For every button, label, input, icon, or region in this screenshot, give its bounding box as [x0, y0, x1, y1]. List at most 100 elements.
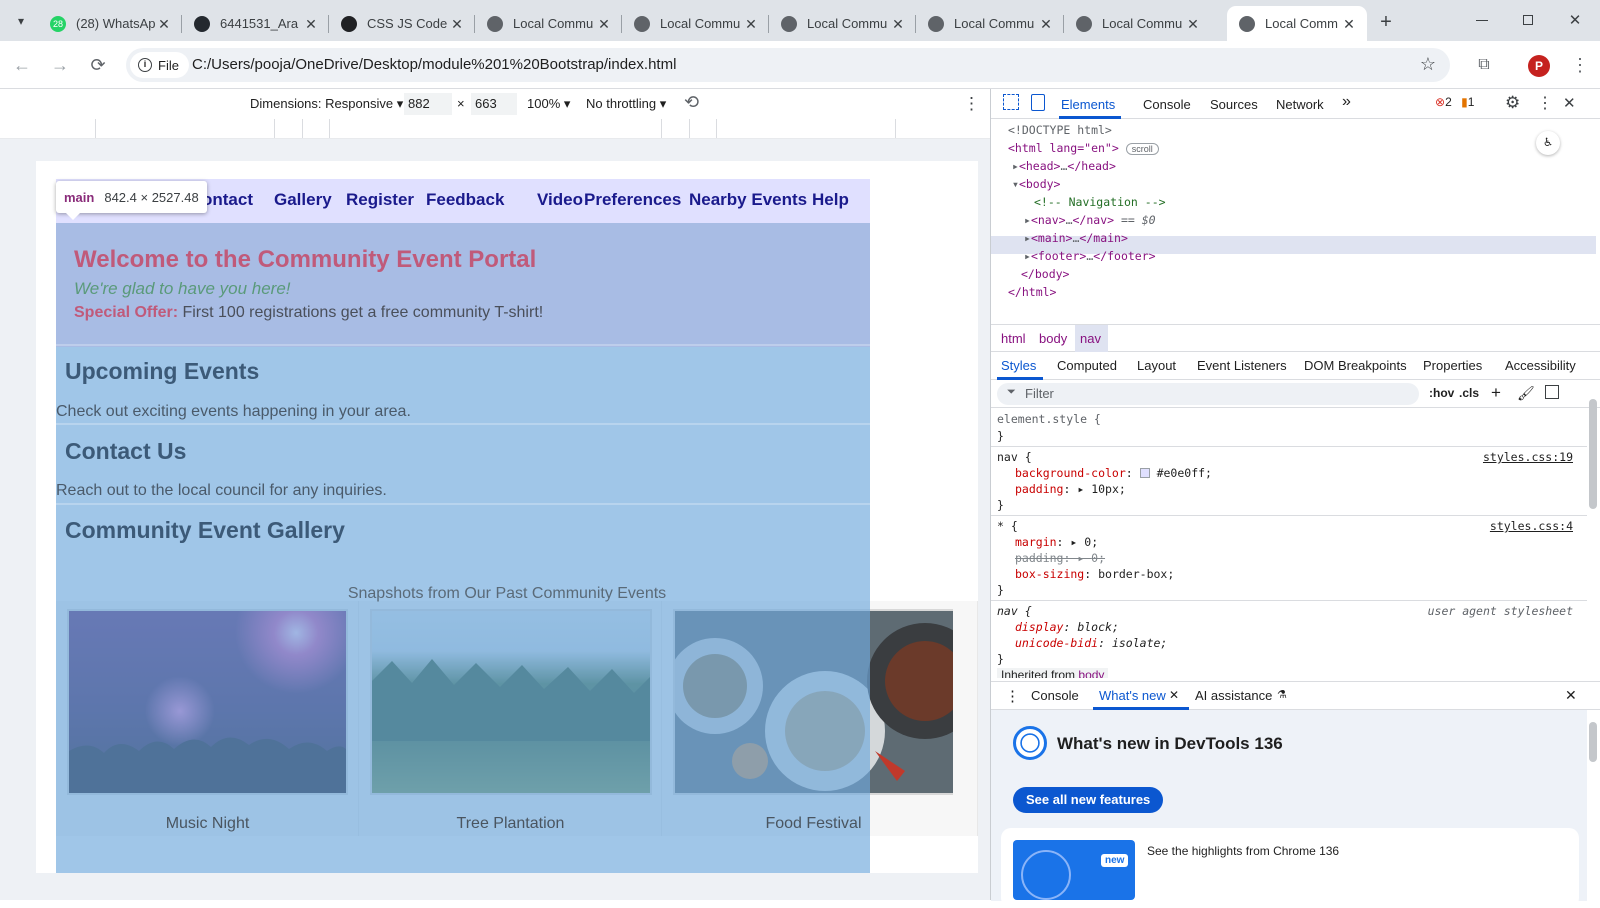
drawer-menu-icon[interactable]: ⋮ [1005, 687, 1020, 705]
drawer-scrollbar[interactable] [1589, 722, 1597, 762]
dimensions-select[interactable]: Dimensions: Responsive ▾ [250, 96, 403, 112]
nav-link-preferences[interactable]: Preferences [584, 190, 681, 210]
subtab-styles[interactable]: Styles [1001, 358, 1036, 373]
close-icon[interactable]: ✕ [156, 16, 172, 32]
close-icon[interactable]: ✕ [1169, 688, 1179, 702]
breadcrumb-body[interactable]: body [1039, 331, 1067, 346]
close-icon[interactable]: ✕ [303, 16, 319, 32]
close-icon[interactable]: ✕ [1341, 16, 1357, 32]
width-input[interactable]: 882 [404, 93, 452, 115]
error-badge[interactable]: ⊗2 ▮1 [1435, 95, 1474, 109]
tab-local-community-4[interactable]: Local Commu ✕ [916, 6, 1064, 41]
window-close-button[interactable]: ✕ [1552, 0, 1598, 40]
close-icon[interactable]: ✕ [1185, 16, 1201, 32]
nav-link-register[interactable]: Register [346, 190, 414, 210]
subtab-computed[interactable]: Computed [1057, 358, 1117, 373]
hov-toggle[interactable]: :hov [1429, 386, 1454, 400]
nav-link-contact[interactable]: ontact [202, 190, 253, 210]
tab-local-community-active[interactable]: Local Comm ✕ [1227, 6, 1367, 41]
nav-link-gallery[interactable]: Gallery [274, 190, 332, 210]
padding-declaration[interactable]: padding: ▸ 10px; [1015, 482, 1126, 496]
tab-sources[interactable]: Sources [1210, 97, 1258, 112]
height-input[interactable]: 663 [471, 93, 517, 115]
dom-nav[interactable]: ▸<nav>…</nav> == $0 [1024, 213, 1156, 227]
highlights-card[interactable]: new See the highlights from Chrome 136 [1001, 828, 1579, 908]
address-bar[interactable]: i File C:/Users/pooja/OneDrive/Desktop/m… [126, 48, 1450, 82]
styles-scrollbar[interactable] [1589, 399, 1597, 509]
box-sizing-declaration[interactable]: box-sizing: border-box; [1015, 567, 1174, 581]
drawer-tab-whats-new[interactable]: What's new [1099, 688, 1166, 703]
device-toggle-icon[interactable] [1031, 94, 1045, 111]
restore-button[interactable] [1505, 0, 1551, 40]
color-swatch[interactable] [1139, 468, 1150, 478]
more-tabs-icon[interactable]: » [1342, 93, 1351, 111]
menu-kebab-icon[interactable]: ⋮ [1566, 51, 1594, 79]
nav-link-video[interactable]: Video [537, 190, 583, 210]
settings-gear-icon[interactable]: ⚙ [1505, 93, 1520, 113]
dom-footer[interactable]: ▸<footer>…</footer> [1024, 249, 1156, 263]
tab-whatsapp[interactable]: 28 (28) WhatsApp ✕ [38, 6, 182, 41]
accessibility-icon[interactable]: ♿ [1536, 131, 1560, 155]
reload-button[interactable]: ⟳ [84, 51, 112, 79]
nav-link-nearby-events[interactable]: Nearby Events [689, 190, 807, 210]
see-all-features-button[interactable]: See all new features [1013, 787, 1164, 813]
bookmark-star-icon[interactable]: ☆ [1420, 54, 1436, 75]
close-icon[interactable]: ✕ [743, 16, 759, 32]
throttling-select[interactable]: No throttling ▾ [586, 96, 666, 112]
tab-local-community-2[interactable]: Local Commu ✕ [622, 6, 769, 41]
inherited-from-link[interactable]: body [1078, 668, 1104, 678]
zoom-select[interactable]: 100% ▾ [527, 96, 570, 112]
star-rule-source-link[interactable]: styles.css:4 [1490, 519, 1573, 533]
cls-toggle[interactable]: .cls [1459, 386, 1479, 400]
subtab-layout[interactable]: Layout [1137, 358, 1176, 373]
padding-overridden-declaration[interactable]: padding: ▸ 0; [1015, 551, 1105, 565]
nav-link-help[interactable]: Help [812, 190, 849, 210]
tab-network[interactable]: Network [1276, 97, 1324, 112]
paint-brush-icon[interactable]: 🖌 [1517, 385, 1535, 402]
close-devtools-icon[interactable]: ✕ [1563, 94, 1576, 112]
close-icon[interactable]: ✕ [890, 16, 906, 32]
nav-rule-source-link[interactable]: styles.css:19 [1483, 450, 1573, 464]
tab-search-button[interactable]: ▾ [8, 8, 34, 34]
tab-console[interactable]: Console [1143, 97, 1191, 112]
subtab-dom-breakpoints[interactable]: DOM Breakpoints [1304, 358, 1407, 373]
subtab-accessibility[interactable]: Accessibility [1505, 358, 1576, 373]
drawer-tab-console[interactable]: Console [1031, 688, 1079, 703]
back-button[interactable]: ← [8, 51, 36, 79]
styles-filter-input[interactable]: ⏷ Filter [997, 383, 1419, 405]
bg-declaration[interactable]: background-color: #e0e0ff; [1015, 466, 1212, 480]
dom-html-open[interactable]: <html lang="en"> scroll [1008, 141, 1159, 155]
margin-declaration[interactable]: margin: ▸ 0; [1015, 535, 1098, 549]
more-options-icon[interactable]: ⋮ [963, 94, 980, 114]
devtools-menu-icon[interactable]: ⋮ [1537, 93, 1553, 113]
url-text[interactable]: C:/Users/pooja/OneDrive/Desktop/module%2… [192, 56, 676, 73]
breadcrumb-html[interactable]: html [1001, 331, 1026, 346]
subtab-event-listeners[interactable]: Event Listeners [1197, 358, 1287, 373]
subtab-properties[interactable]: Properties [1423, 358, 1482, 373]
close-icon[interactable]: ✕ [596, 16, 612, 32]
close-drawer-icon[interactable]: ✕ [1565, 687, 1577, 704]
forward-button[interactable]: → [46, 51, 74, 79]
sidebar-toggle-icon[interactable] [1545, 385, 1559, 399]
tab-local-community-1[interactable]: Local Commu ✕ [475, 6, 622, 41]
profile-avatar[interactable]: P [1528, 55, 1550, 77]
minimize-button[interactable] [1459, 0, 1505, 40]
new-rule-plus-icon[interactable]: + [1491, 383, 1501, 403]
site-info-chip[interactable]: i File [130, 52, 189, 78]
drawer-tab-ai-assistance[interactable]: AI assistance [1195, 688, 1272, 703]
close-icon[interactable]: ✕ [1038, 16, 1054, 32]
rotate-icon[interactable]: ⟲ [684, 92, 699, 113]
inspect-element-icon[interactable] [1003, 94, 1019, 110]
tab-local-community-5[interactable]: Local Commu ✕ [1064, 6, 1211, 41]
dom-head[interactable]: ▸<head>…</head> [1012, 159, 1116, 173]
dom-body[interactable]: ▾<body> [1012, 177, 1060, 191]
new-tab-button[interactable]: + [1372, 8, 1400, 36]
close-icon[interactable]: ✕ [449, 16, 465, 32]
tab-elements[interactable]: Elements [1061, 97, 1115, 112]
breadcrumb-nav[interactable]: nav [1080, 331, 1101, 346]
dom-main[interactable]: ▸<main>…</main> [1024, 231, 1128, 245]
tab-local-community-3[interactable]: Local Commu ✕ [769, 6, 916, 41]
nav-link-feedback[interactable]: Feedback [426, 190, 504, 210]
extensions-icon[interactable]: ⧉ [1470, 51, 1498, 79]
tab-github[interactable]: 6441531_Ara ✕ [182, 6, 329, 41]
